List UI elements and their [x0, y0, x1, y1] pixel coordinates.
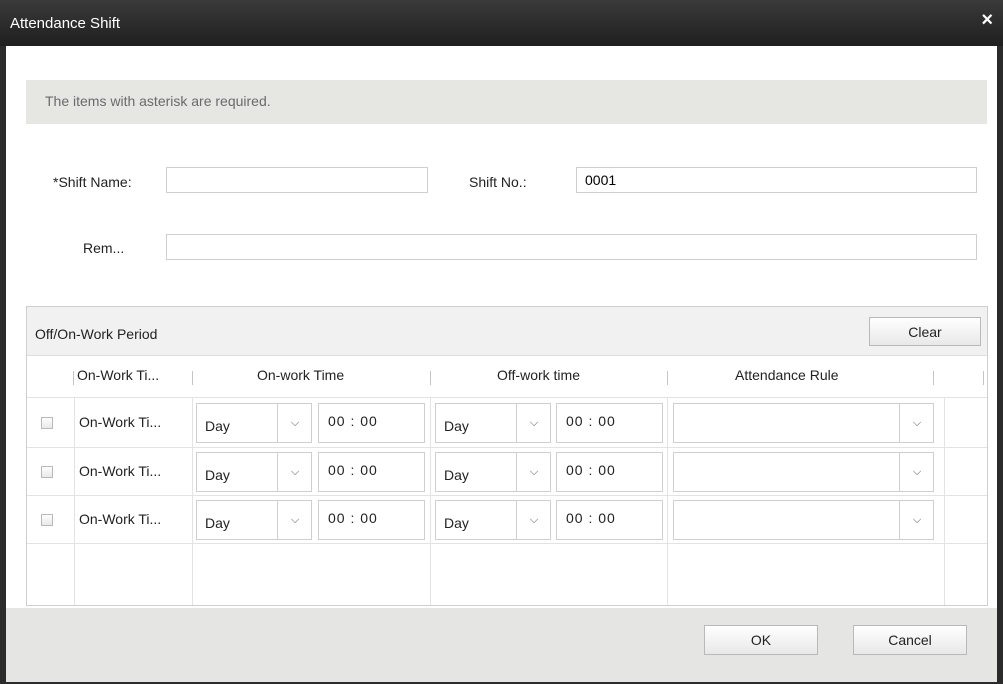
on-work-time-input[interactable]: 00 : 00 — [318, 403, 425, 443]
title-bar: Attendance Shift × — [0, 0, 1003, 46]
shift-no-input[interactable] — [576, 167, 977, 193]
column-separator — [73, 371, 74, 385]
close-icon[interactable]: × — [981, 9, 993, 32]
on-work-time-value: 00 : 00 — [328, 462, 378, 478]
off-work-day-value: Day — [444, 418, 469, 434]
attendance-rule-select[interactable]: ⌵ — [673, 403, 934, 443]
off-work-time-input[interactable]: 00 : 00 — [556, 500, 663, 540]
column-separator — [667, 371, 668, 385]
row-checkbox[interactable] — [41, 466, 53, 478]
chevron-down-icon[interactable]: ⌵ — [899, 404, 934, 442]
work-period-title: Off/On-Work Period — [35, 326, 158, 342]
column-separator — [933, 371, 934, 385]
on-work-day-select[interactable]: Day ⌵ — [196, 452, 312, 492]
on-work-day-value: Day — [205, 467, 230, 483]
column-divider — [667, 397, 668, 605]
ok-button[interactable]: OK — [704, 625, 818, 655]
chevron-down-icon[interactable]: ⌵ — [899, 453, 934, 491]
on-work-time-value: 00 : 00 — [328, 510, 378, 526]
on-work-day-value: Day — [205, 418, 230, 434]
on-work-time-value: 00 : 00 — [328, 413, 378, 429]
off-work-day-select[interactable]: Day ⌵ — [435, 452, 551, 492]
off-work-day-select[interactable]: Day ⌵ — [435, 403, 551, 443]
on-work-time-input[interactable]: 00 : 00 — [318, 452, 425, 492]
row-name: On-Work Ti... — [79, 511, 162, 527]
chevron-down-icon[interactable]: ⌵ — [516, 453, 551, 491]
cancel-button[interactable]: Cancel — [853, 625, 967, 655]
dialog-footer: OK Cancel — [6, 608, 997, 682]
column-divider — [430, 397, 431, 605]
row-checkbox[interactable] — [41, 514, 53, 526]
column-divider — [74, 397, 75, 605]
attendance-shift-dialog: Attendance Shift × The items with asteri… — [0, 0, 1003, 684]
row-name: On-Work Ti... — [79, 463, 162, 479]
chevron-down-icon[interactable]: ⌵ — [516, 501, 551, 539]
attendance-rule-select[interactable]: ⌵ — [673, 500, 934, 540]
chevron-down-icon[interactable]: ⌵ — [277, 453, 312, 491]
shift-no-label: Shift No.: — [469, 174, 527, 190]
row-checkbox[interactable] — [41, 417, 53, 429]
chevron-down-icon[interactable]: ⌵ — [277, 404, 312, 442]
chevron-down-icon[interactable]: ⌵ — [899, 501, 934, 539]
remark-input[interactable] — [166, 234, 977, 260]
off-work-day-select[interactable]: Day ⌵ — [435, 500, 551, 540]
off-work-time-value: 00 : 00 — [566, 413, 616, 429]
window-title: Attendance Shift — [10, 15, 121, 32]
required-info-banner: The items with asterisk are required. — [26, 80, 987, 124]
on-work-day-value: Day — [205, 515, 230, 531]
clear-button[interactable]: Clear — [869, 317, 981, 346]
off-work-day-value: Day — [444, 467, 469, 483]
row-divider — [27, 447, 987, 448]
off-work-time-value: 00 : 00 — [566, 462, 616, 478]
on-work-day-select[interactable]: Day ⌵ — [196, 500, 312, 540]
column-divider — [944, 397, 945, 605]
row-divider — [27, 495, 987, 496]
remark-label: Rem... — [83, 240, 125, 256]
off-work-time-value: 00 : 00 — [566, 510, 616, 526]
column-header-attendance-rule: Attendance Rule — [735, 367, 839, 383]
column-divider — [192, 397, 193, 605]
off-work-time-input[interactable]: 00 : 00 — [556, 452, 663, 492]
column-separator — [983, 371, 984, 385]
off-work-time-input[interactable]: 00 : 00 — [556, 403, 663, 443]
row-name: On-Work Ti... — [79, 414, 162, 430]
work-period-header: Off/On-Work Period Clear — [27, 307, 987, 356]
chevron-down-icon[interactable]: ⌵ — [516, 404, 551, 442]
required-info-text: The items with asterisk are required. — [45, 93, 271, 109]
shift-name-input[interactable] — [166, 167, 428, 193]
attendance-rule-select[interactable]: ⌵ — [673, 452, 934, 492]
chevron-down-icon[interactable]: ⌵ — [277, 501, 312, 539]
off-work-day-value: Day — [444, 515, 469, 531]
row-divider — [27, 397, 987, 398]
column-separator — [430, 371, 431, 385]
row-divider — [27, 543, 987, 544]
column-header-off-work-time: Off-work time — [497, 367, 580, 383]
on-work-time-input[interactable]: 00 : 00 — [318, 500, 425, 540]
column-separator — [192, 371, 193, 385]
column-header-on-work-time: On-work Time — [257, 367, 345, 383]
on-work-day-select[interactable]: Day ⌵ — [196, 403, 312, 443]
shift-name-label: *Shift Name: — [53, 174, 132, 190]
work-period-panel: Off/On-Work Period Clear On-Work Ti... O… — [26, 306, 988, 606]
column-header-name: On-Work Ti... — [77, 367, 160, 383]
